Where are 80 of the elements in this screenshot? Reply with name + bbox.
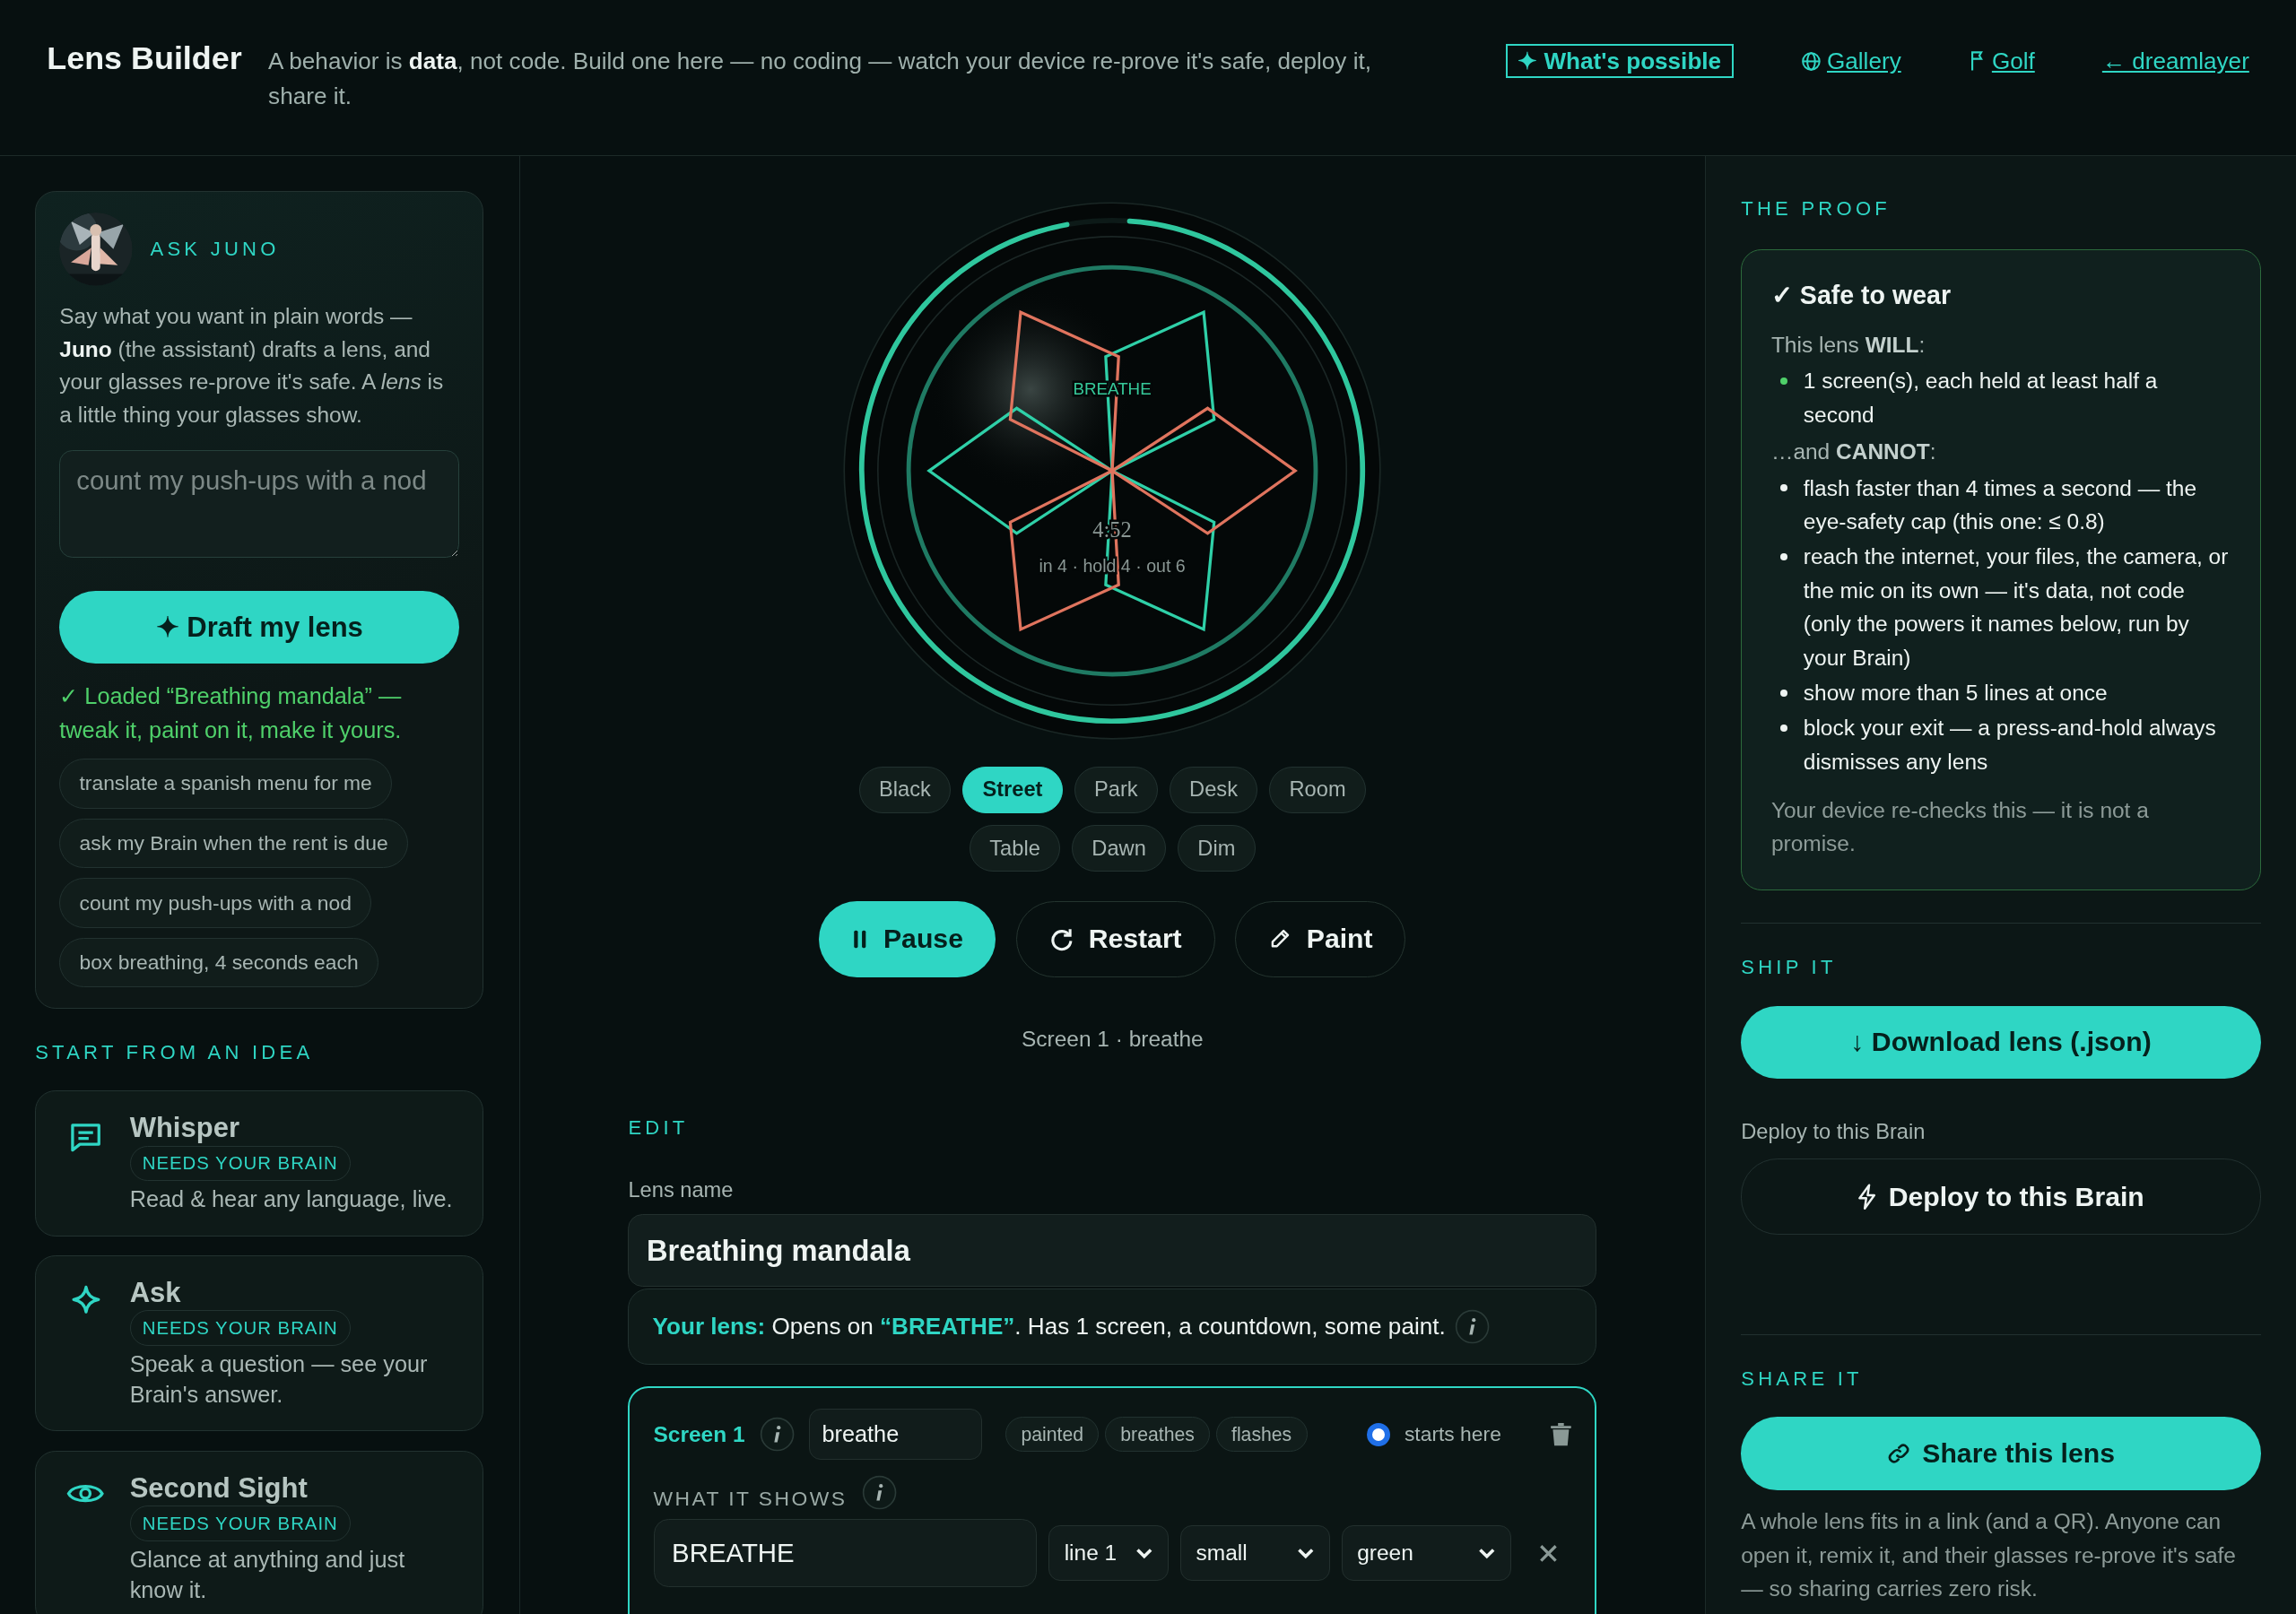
prompt-field[interactable]: count my push-ups with a nod: [59, 449, 460, 559]
chevron-icon: [1135, 1547, 1153, 1559]
link-icon: [1887, 1442, 1911, 1466]
field-label: Lens name: [628, 1177, 735, 1202]
cannot-intro: …and CANNOT:: [1770, 438, 1937, 465]
intro-text: Say what you want in plain words — Juno (the assistant) drafts a lens, and your glasses re-prove it's safe. A lens is a little thing your glasses show.: [59, 303, 445, 430]
backdrop-chip[interactable]: Dim: [1178, 825, 1256, 872]
section-heading: SHIP IT: [1741, 956, 1838, 980]
nav-link[interactable]: Golf: [1968, 47, 2035, 75]
section-heading: ASK JUNO: [150, 237, 280, 261]
screen-tag: flashes: [1215, 1417, 1308, 1453]
section-heading: WHAT IT SHOWS: [653, 1486, 848, 1511]
idea-card[interactable]: Ask NEEDS YOUR BRAIN Speak a question — see your Brain's answer.: [35, 1254, 484, 1432]
info-icon: [861, 1475, 897, 1511]
info-icon: [1454, 1308, 1490, 1344]
draft-button[interactable]: ✦ Draft my lens: [59, 590, 460, 664]
chevron-icon: [1296, 1547, 1315, 1559]
info-icon: [759, 1417, 796, 1453]
will-item: 1 screen(s), each held at least half a second: [1777, 364, 2231, 432]
whats-possible-link[interactable]: ✦ What's possible: [1505, 43, 1734, 79]
remove-icon[interactable]: [1537, 1542, 1559, 1564]
idea-card[interactable]: Second Sight NEEDS YOUR BRAIN Glance at anything and just know it.: [35, 1450, 484, 1614]
section-heading: SHARE IT: [1741, 1367, 1864, 1391]
cannot-item: block your exit — a press-and-hold always dismisses any lens: [1777, 711, 2231, 779]
suggestion-chip[interactable]: count my push-ups with a nod: [59, 878, 372, 928]
screen-name-field[interactable]: breathe: [809, 1409, 983, 1461]
screen-tag: painted: [1005, 1417, 1100, 1453]
share-button[interactable]: Share this lens: [1741, 1417, 2261, 1490]
screen-title: Screen 1: [653, 1421, 745, 1447]
restart-icon: [1048, 926, 1074, 952]
line-text-field[interactable]: BREATHE: [653, 1519, 1038, 1587]
globe-icon: [1800, 50, 1822, 72]
trash-icon: [1551, 1422, 1572, 1446]
suggestion-chip[interactable]: box breathing, 4 seconds each: [59, 938, 378, 988]
pause-button[interactable]: Pause: [819, 901, 996, 977]
tagline: A behavior is data, not code. Build one here — no coding — watch your device re-prove it's safe, deploy it, share it.: [268, 46, 1372, 112]
backdrop-chip[interactable]: Desk: [1169, 766, 1258, 814]
cannot-item: reach the internet, your files, the camera, or the mic on its own — it's data, not code (only the powers it names below, run by your Brain): [1777, 540, 2231, 675]
backdrop-chip[interactable]: Table: [970, 825, 1061, 872]
proof-note: Your device re-checks this — it is not a promise.: [1770, 796, 2150, 858]
idea-card[interactable]: Whisper NEEDS YOUR BRAIN Read & hear any language, live.: [35, 1090, 484, 1237]
backdrop-chip[interactable]: Black: [858, 766, 952, 814]
share-note: A whole lens fits in a link (and a QR). Anyone can open it, remix it, and their glasses re-prove it's safe — so sharing carries zero risk.: [1741, 1508, 2237, 1603]
radio-button[interactable]: [1366, 1422, 1390, 1446]
suggestion-chip[interactable]: translate a spanish menu for me: [59, 759, 393, 809]
screen-tag: breathes: [1104, 1417, 1211, 1453]
section-heading: START FROM AN IDEA: [35, 1040, 315, 1064]
radio-label: starts here: [1404, 1422, 1501, 1447]
app-title: Lens Builder: [47, 39, 242, 78]
field-label: Deploy to this Brain: [1741, 1119, 1926, 1144]
backdrop-chip[interactable]: Park: [1074, 766, 1158, 814]
deploy-button[interactable]: Deploy to this Brain: [1741, 1158, 2261, 1236]
cannot-item: show more than 5 lines at once: [1777, 676, 2231, 710]
nav-link[interactable]: Gallery: [1800, 47, 1901, 75]
lens-summary: Your lens: Opens on “BREATHE”. Has 1 screen, a countdown, some paint.: [652, 1312, 1446, 1341]
section-heading: EDIT: [628, 1116, 690, 1141]
idea-title: Ask: [129, 1276, 182, 1309]
idea-title: Second Sight: [129, 1471, 309, 1505]
chevron-icon: [1478, 1547, 1496, 1559]
status-message: ✓ Loaded “Breathing mandala” — tweak it, paint on it, make it yours.: [59, 682, 403, 744]
cannot-item: flash faster than 4 times a second — the eye-safety cap (this one: ≤ 0.8): [1777, 471, 2231, 539]
nav-link[interactable]: ← dreamlayer: [2101, 47, 2249, 75]
backdrop-chip[interactable]: Room: [1269, 766, 1366, 814]
download-button[interactable]: ↓ Download lens (.json): [1741, 1005, 2261, 1080]
section-heading: THE PROOF: [1741, 196, 1892, 221]
suggestion-chip[interactable]: ask my Brain when the rent is due: [59, 818, 408, 869]
backdrop-chip[interactable]: Dawn: [1072, 825, 1167, 872]
screen-caption: Screen 1 · breathe: [1021, 1027, 1204, 1053]
verdict: ✓ Safe to wear: [1770, 280, 1952, 311]
idea-description: Read & hear any language, live.: [129, 1185, 453, 1214]
idea-description: Speak a question — see your Brain's answer.: [129, 1350, 429, 1410]
backdrop-chip[interactable]: Street: [962, 766, 1063, 814]
size-select[interactable]: small: [1180, 1525, 1330, 1582]
lens-name-field[interactable]: Breathing mandala: [628, 1213, 1597, 1288]
will-intro: This lens WILL:: [1770, 331, 1926, 359]
bolt-icon: [1857, 1183, 1877, 1210]
idea-description: Glance at anything and just know it.: [129, 1545, 406, 1605]
idea-title: Whisper: [129, 1112, 240, 1145]
color-select[interactable]: green: [1341, 1525, 1512, 1582]
line-select[interactable]: line 1: [1048, 1525, 1170, 1582]
